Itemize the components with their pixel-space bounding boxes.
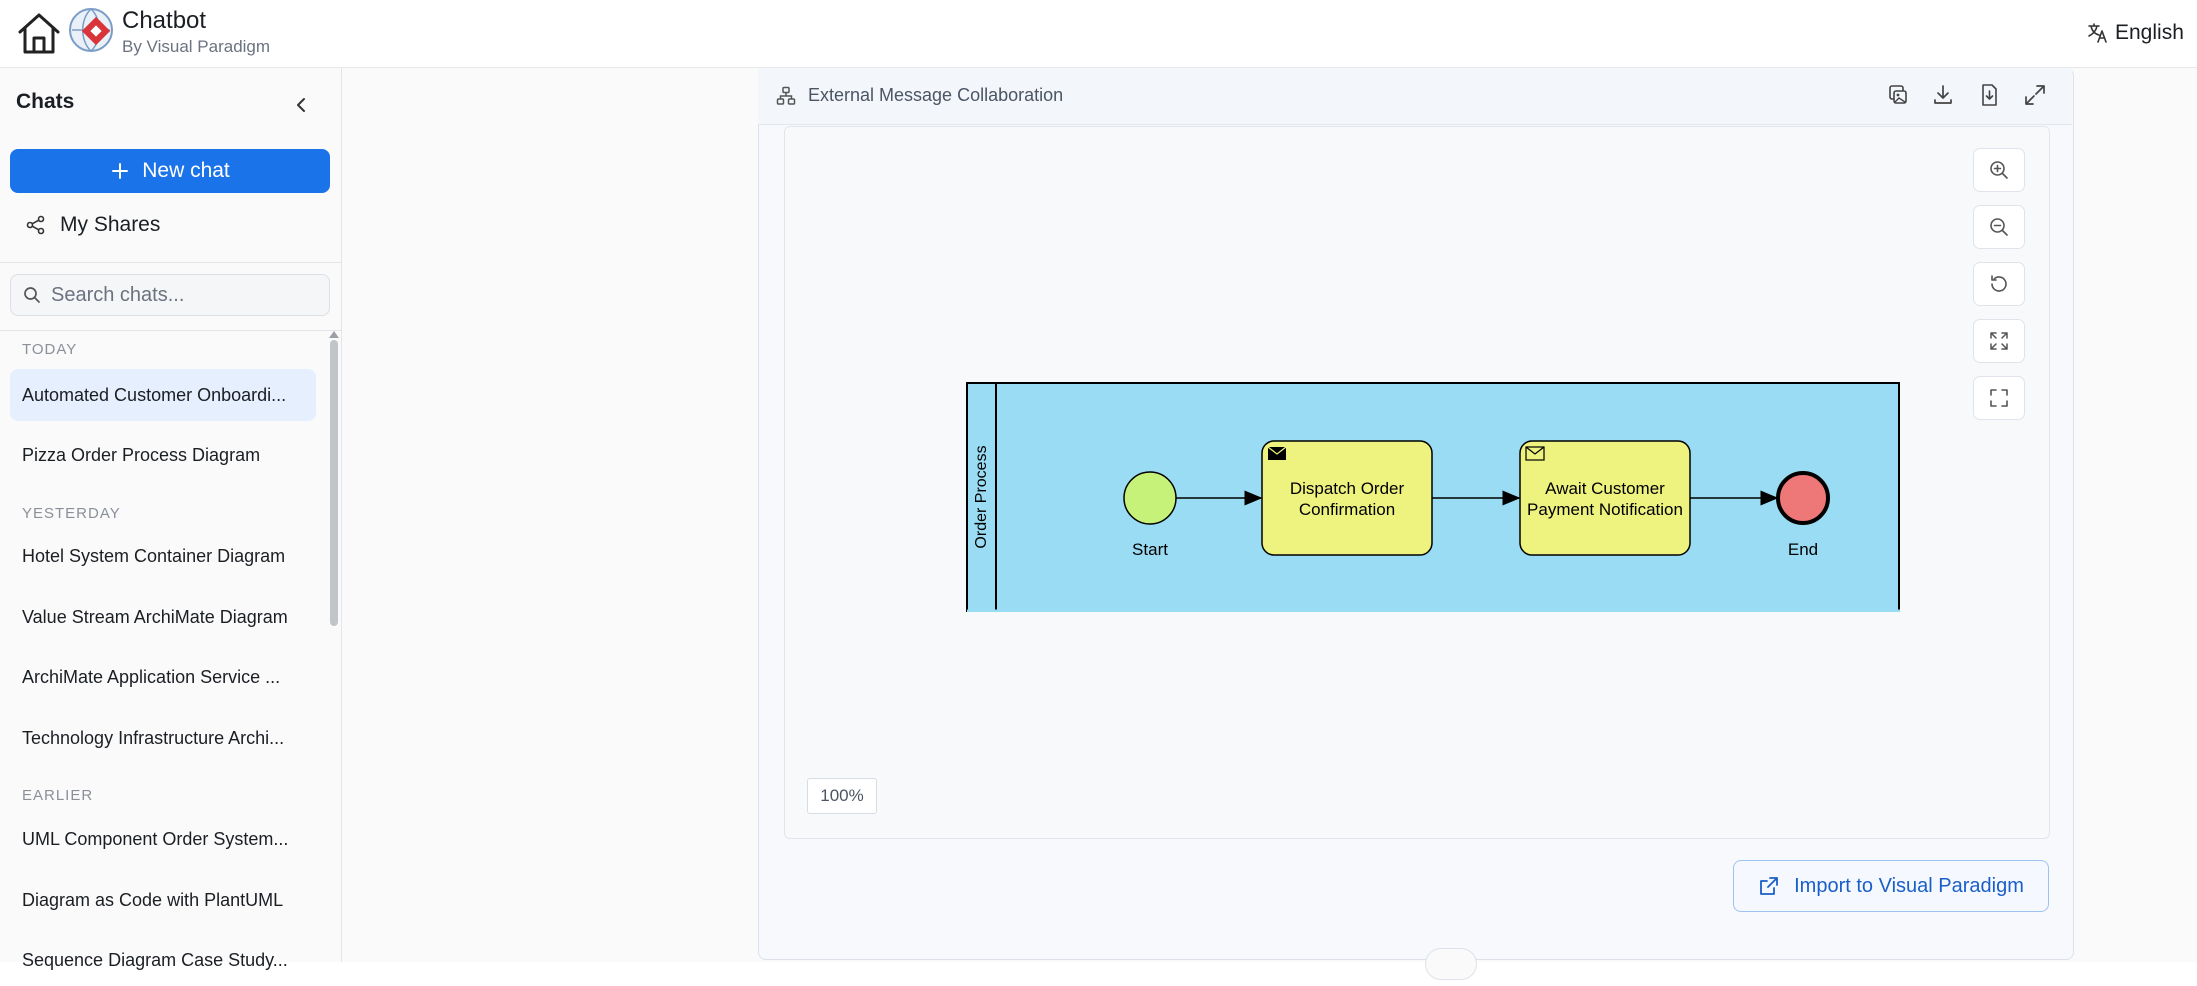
chat-list-item[interactable]: ArchiMate Application Service ... bbox=[10, 651, 316, 703]
zoom-level: 100% bbox=[807, 778, 877, 814]
fullscreen-button[interactable] bbox=[1973, 376, 2025, 420]
app-title: Chatbot bbox=[122, 7, 207, 34]
plus-icon bbox=[112, 163, 129, 179]
task2-line1: Await Customer bbox=[1545, 479, 1665, 498]
copy-image-icon[interactable] bbox=[1885, 82, 1911, 108]
group-label-today: TODAY bbox=[22, 341, 78, 358]
new-chat-button[interactable]: New chat bbox=[10, 149, 330, 193]
language-label: English bbox=[2115, 21, 2184, 44]
collapse-sidebar-icon[interactable] bbox=[288, 92, 314, 118]
chat-list-item[interactable]: Technology Infrastructure Archi... bbox=[10, 712, 316, 764]
end-event[interactable] bbox=[1776, 471, 1830, 525]
group-label-earlier: EARLIER bbox=[22, 787, 94, 804]
task-await-customer-payment[interactable] bbox=[1519, 440, 1691, 556]
sidebar-title: Chats bbox=[16, 90, 75, 113]
reset-view-button[interactable] bbox=[1973, 262, 2025, 306]
chat-list-item[interactable]: Sequence Diagram Case Study... bbox=[10, 934, 316, 986]
external-link-icon bbox=[1760, 877, 1779, 895]
expand-icon[interactable] bbox=[2022, 82, 2048, 108]
share-icon bbox=[26, 215, 45, 235]
chat-list-item[interactable]: Hotel System Container Diagram bbox=[10, 530, 316, 582]
fullscreen-icon bbox=[1990, 389, 2008, 407]
visual-paradigm-logo bbox=[68, 7, 114, 53]
chat-list-item[interactable]: Diagram as Code with PlantUML bbox=[10, 874, 316, 926]
diagram-title: External Message Collaboration bbox=[808, 85, 1064, 105]
top-bar bbox=[0, 0, 2197, 68]
pool-label: Order Process bbox=[973, 445, 990, 548]
task1-line1: Dispatch Order bbox=[1290, 479, 1405, 498]
search-placeholder: Search chats... bbox=[51, 283, 185, 306]
import-label: Import to Visual Paradigm bbox=[1794, 874, 2024, 897]
sidebar: Chats New chat My Shares Search chats...… bbox=[0, 68, 342, 970]
send-message-icon bbox=[1267, 446, 1287, 460]
fit-to-screen-button[interactable] bbox=[1973, 319, 2025, 363]
scroll-handle[interactable] bbox=[1425, 948, 1477, 980]
receive-message-icon bbox=[1525, 446, 1545, 461]
divider bbox=[0, 330, 341, 331]
zoom-in-button[interactable] bbox=[1973, 148, 2025, 192]
task2-line2: Payment Notification bbox=[1527, 500, 1683, 519]
my-shares-link[interactable]: My Shares bbox=[26, 213, 160, 237]
zoom-out-button[interactable] bbox=[1973, 205, 2025, 249]
reset-icon bbox=[1991, 275, 2007, 292]
my-shares-label: My Shares bbox=[60, 213, 161, 236]
zoom-in-icon bbox=[1990, 161, 2008, 179]
zoom-out-icon bbox=[1990, 218, 2008, 236]
import-to-visual-paradigm-button[interactable]: Import to Visual Paradigm bbox=[1733, 860, 2049, 912]
diagram-icon bbox=[776, 86, 796, 106]
search-chats-input[interactable]: Search chats... bbox=[10, 274, 330, 316]
home-icon[interactable] bbox=[14, 10, 64, 56]
bpmn-diagram: Order Process Start Dispatch Order Confi… bbox=[966, 382, 1900, 612]
translate-icon bbox=[2088, 23, 2107, 43]
sidebar-scrollbar[interactable] bbox=[330, 340, 338, 626]
scroll-up-arrow[interactable] bbox=[329, 331, 339, 338]
group-label-yesterday: YESTERDAY bbox=[22, 505, 121, 522]
end-label: End bbox=[1788, 540, 1818, 559]
app-subtitle: By Visual Paradigm bbox=[122, 37, 271, 56]
task1-line2: Confirmation bbox=[1299, 500, 1395, 519]
chat-list-item[interactable]: Automated Customer Onboardi... bbox=[10, 369, 316, 421]
search-icon bbox=[24, 287, 40, 303]
chat-list-item[interactable]: Value Stream ArchiMate Diagram bbox=[10, 591, 316, 643]
chat-list-item[interactable]: Pizza Order Process Diagram bbox=[10, 429, 316, 481]
new-chat-label: New chat bbox=[142, 159, 230, 182]
download-icon[interactable] bbox=[1930, 82, 1956, 108]
start-event[interactable] bbox=[1123, 471, 1177, 525]
task-dispatch-order-confirmation[interactable] bbox=[1261, 440, 1433, 556]
start-label: Start bbox=[1132, 540, 1168, 559]
language-selector[interactable]: English bbox=[2087, 18, 2197, 48]
divider bbox=[0, 262, 341, 263]
chat-list-item[interactable]: UML Component Order System... bbox=[10, 813, 316, 865]
fit-screen-icon bbox=[1990, 332, 2008, 350]
export-file-icon[interactable] bbox=[1976, 82, 2002, 108]
